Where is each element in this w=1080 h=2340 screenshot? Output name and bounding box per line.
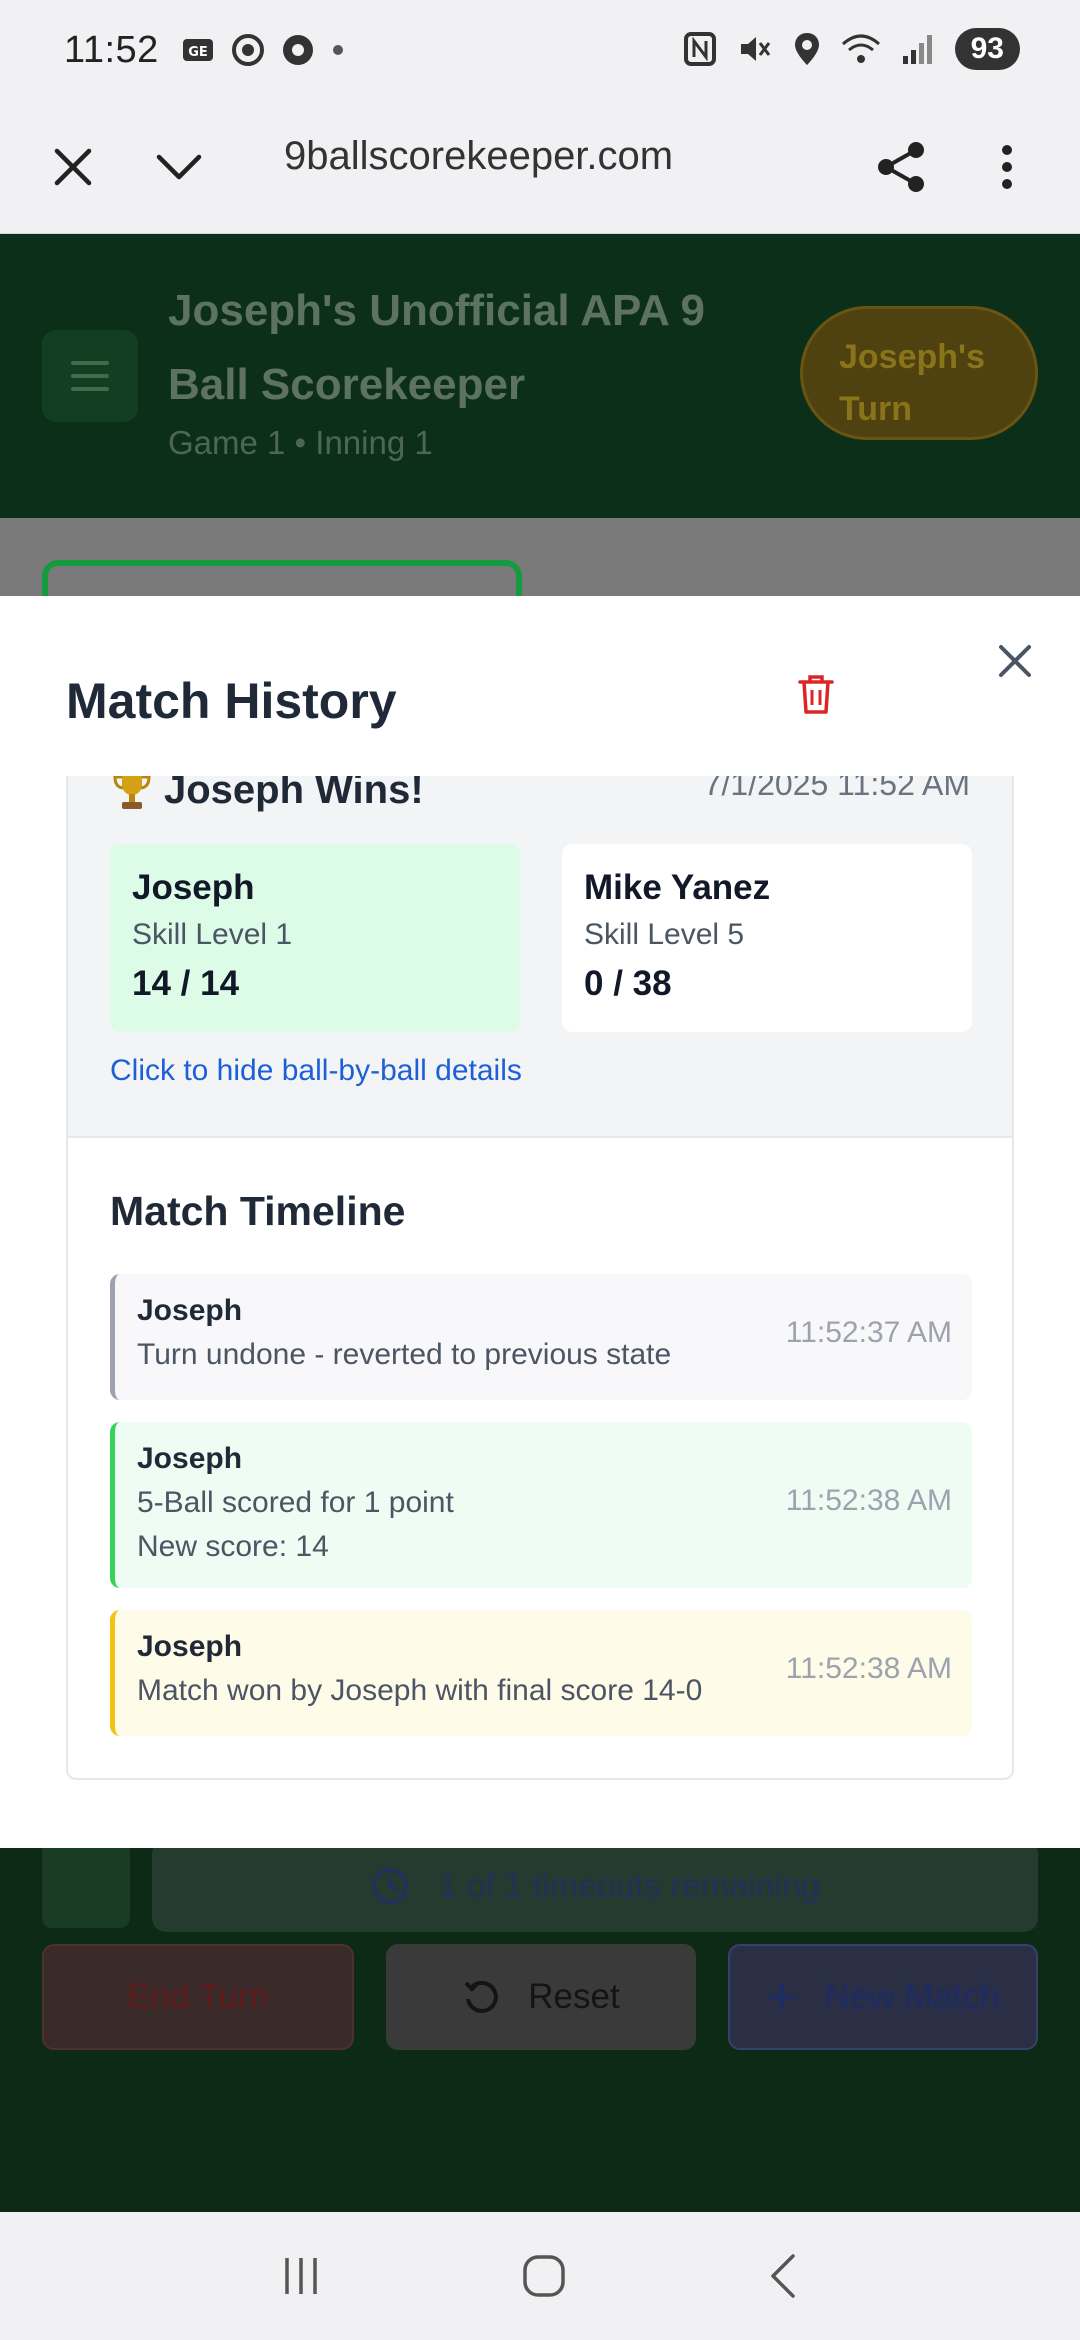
more-vert-icon [1002,145,1012,189]
game-inning-status: Game 1 • Inning 1 [168,424,433,461]
share-button[interactable] [864,130,938,204]
new-match-button[interactable]: New Match [728,1944,1038,2050]
opponent-player-card: Mike Yanez Skill Level 5 0 / 38 [562,844,972,1032]
timeout-toggle[interactable] [42,1840,130,1928]
home-icon[interactable] [520,2252,568,2300]
timeouts-label: 1 of 1 timeouts remaining [438,1866,820,1905]
status-time: 11:52 [64,28,159,71]
browser-toolbar: 9ballscorekeeper.com [0,100,1080,234]
timeline-title: Match Timeline [110,1188,406,1234]
match-date: 7/1/2025 11:52 AM [703,776,970,802]
event-player: Joseph [137,1442,243,1475]
timeout-row: 1 of 1 timeouts remaining [42,1840,1038,1932]
system-nav-bar [0,2212,1080,2340]
event-time: 11:52:37 AM [785,1316,952,1349]
nfc-icon [683,32,716,66]
event-time: 11:52:38 AM [785,1484,952,1517]
timeout-button[interactable]: 1 of 1 timeouts remaining [152,1840,1038,1932]
status-bar: 11:52 GE 93 [0,0,1080,100]
notification-icons: GE [181,33,345,67]
player-skill: Skill Level 1 [132,918,293,951]
recent-apps-icon[interactable] [279,2254,323,2298]
timeline-event-win: Joseph Match won by Joseph with final sc… [110,1610,972,1736]
close-tab-button[interactable] [36,130,110,204]
record-icon [231,34,264,66]
player-name: Mike Yanez [584,868,771,907]
more-options-button[interactable] [970,130,1044,204]
clock-icon [372,1868,409,1904]
signal-icon [902,35,932,64]
dot-icon [332,45,343,55]
event-subtext: New score: 14 [137,1530,329,1563]
winner-heading: Joseph Wins! [110,776,424,813]
end-turn-button[interactable]: End Turn [42,1944,354,2050]
plus-icon [769,1984,796,2010]
menu-button[interactable] [42,330,138,422]
undo-icon [464,1980,499,2013]
trophy-icon [113,776,151,809]
menu-icon-bar [71,374,109,378]
player-score: 0 / 38 [584,964,672,1003]
toggle-details-link[interactable]: Click to hide ball-by-ball details [110,1054,522,1088]
timeline-event-undo: Joseph Turn undone - reverted to previou… [110,1274,972,1400]
trash-icon[interactable] [790,668,842,720]
end-turn-label: End Turn [126,1977,270,2016]
timeline-event-score: Joseph 5-Ball scored for 1 point New sco… [110,1422,972,1588]
back-icon[interactable] [765,2252,801,2300]
turn-badge: Joseph's Turn [800,306,1038,440]
mute-icon [740,37,770,61]
news-icon: GE [182,39,213,61]
winner-text: Joseph Wins! [164,776,424,812]
action-buttons: End Turn Reset New Match [42,1944,1038,2050]
event-time: 11:52:38 AM [785,1652,952,1685]
app-title: Joseph's Unofficial APA 9 Ball Scorekeep… [168,286,705,409]
share-icon [878,142,924,192]
menu-icon-bar [71,387,109,391]
reset-button[interactable]: Reset [386,1944,696,2050]
menu-icon-bar [71,361,109,365]
system-icons: 93 [683,28,1020,70]
battery-level: 93 [954,28,1020,70]
app-icon [282,35,313,65]
app-header: Joseph's Unofficial APA 9 Ball Scorekeep… [0,234,1080,518]
location-icon [794,33,819,65]
modal-title: Match History [66,673,397,729]
winner-player-card: Joseph Skill Level 1 14 / 14 [110,844,520,1032]
close-icon [54,148,92,186]
match-record: Joseph Wins! 7/1/2025 11:52 AM Joseph Sk… [66,776,1014,1780]
new-match-label: New Match [824,1977,1000,2016]
minimize-button[interactable] [142,130,216,204]
close-icon[interactable] [992,638,1038,684]
chevron-down-icon [156,154,202,180]
player-name: Joseph [132,868,255,907]
match-summary: Joseph Wins! 7/1/2025 11:52 AM Joseph Sk… [68,776,1012,1138]
match-history-modal: Match History Joseph Wins! 7/1/2025 11:5… [0,596,1080,1848]
reset-label: Reset [528,1977,620,2016]
url-text[interactable]: 9ballscorekeeper.com [284,134,673,179]
svg-text:GE: GE [188,45,208,60]
wifi-icon [841,34,880,63]
player-score: 14 / 14 [132,964,240,1003]
player-skill: Skill Level 5 [584,918,745,951]
history-list[interactable]: Joseph Wins! 7/1/2025 11:52 AM Joseph Sk… [66,776,1014,1782]
